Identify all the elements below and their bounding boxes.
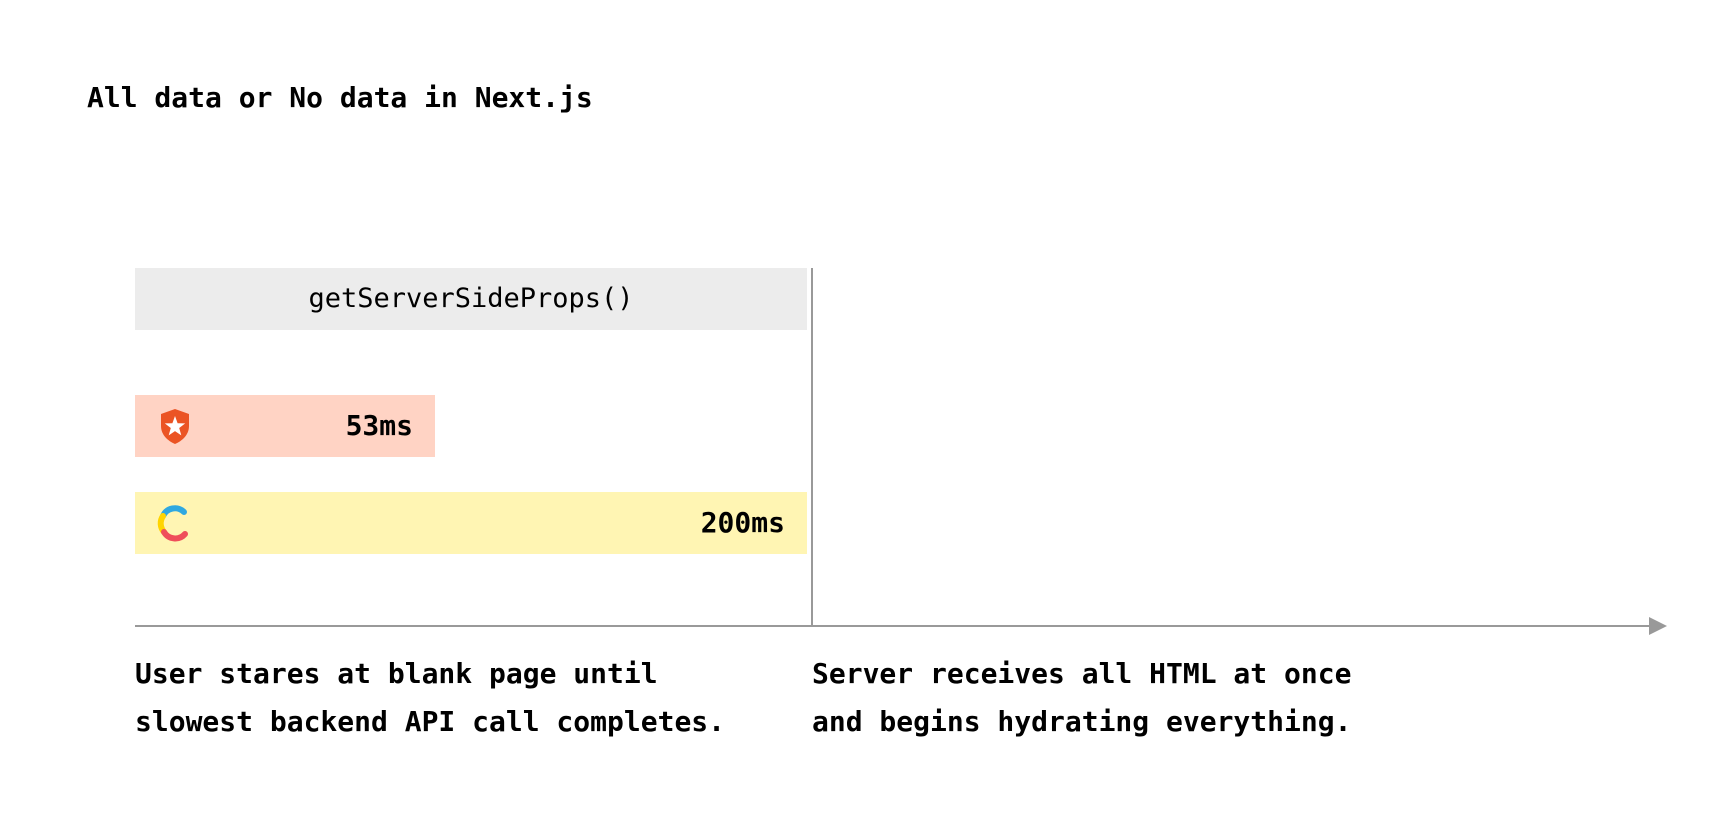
diagram-title: All data or No data in Next.js [87, 81, 593, 114]
caption-blank-page: User stares at blank page until slowest … [135, 650, 725, 746]
caption-hydration-line-1: Server receives all HTML at once [812, 657, 1352, 690]
response-divider-line [811, 268, 813, 626]
auth0-shield-icon [156, 407, 194, 445]
caption-hydration-line-2: and begins hydrating everything. [812, 705, 1352, 738]
timeline-arrowhead [1649, 617, 1667, 635]
caption-blank-page-line-1: User stares at blank page until [135, 657, 658, 690]
caption-blank-page-line-2: slowest backend API call completes. [135, 705, 726, 738]
timeline-axis [135, 617, 1667, 635]
contentful-c-icon [156, 504, 194, 542]
server-side-props-block: getServerSideProps() [135, 268, 807, 330]
auth-api-call-bar: 53ms [135, 395, 435, 457]
server-side-props-label: getServerSideProps() [308, 283, 634, 314]
auth-duration-label: 53ms [345, 409, 413, 442]
cms-duration-label: 200ms [700, 506, 785, 539]
caption-hydration: Server receives all HTML at once and beg… [812, 650, 1351, 746]
cms-api-call-bar: 200ms [135, 492, 807, 554]
